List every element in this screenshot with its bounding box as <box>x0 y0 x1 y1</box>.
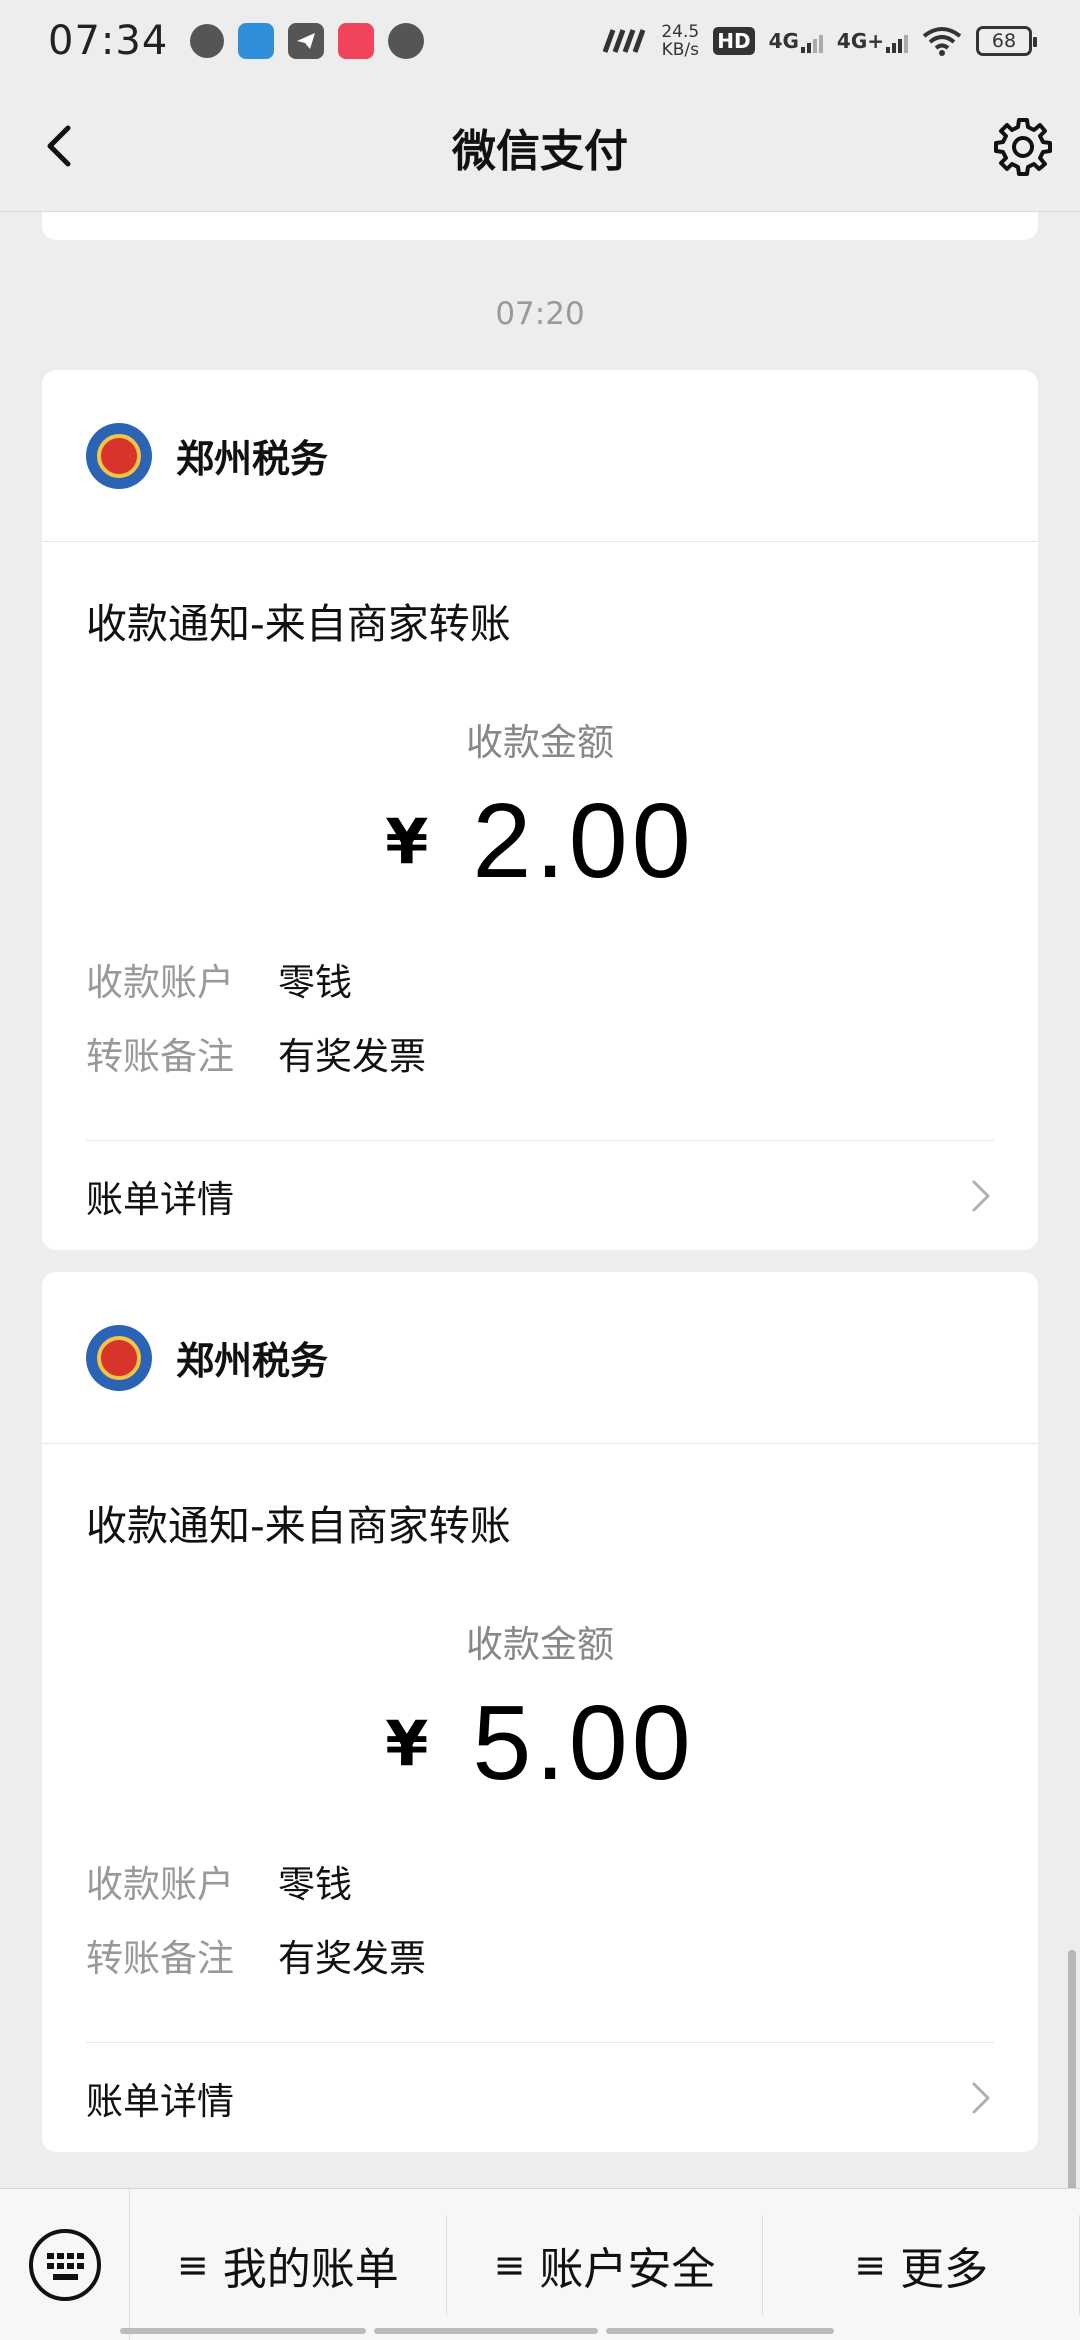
bottom-menu: ≡ 我的账单 ≡ 账户安全 ≡ 更多 <box>0 2188 1080 2340</box>
amount-label: 收款金额 <box>466 1623 614 1666</box>
account-value: 零钱 <box>278 961 352 1004</box>
payment-notice-card[interactable]: 郑州税务 收款通知-来自商家转账 收款金额 ¥ 2.00 收款账户 零钱 转账备… <box>42 370 1038 1250</box>
account-value: 零钱 <box>278 1863 352 1906</box>
currency-symbol: ¥ <box>385 1706 429 1780</box>
menu-label: 账户安全 <box>539 2243 716 2295</box>
card-header[interactable]: 郑州税务 <box>42 370 1038 542</box>
previous-message-card <box>42 212 1038 240</box>
account-row: 收款账户 零钱 <box>86 942 1038 1016</box>
amount-label: 收款金额 <box>466 721 614 764</box>
remark-row: 转账备注 有奖发票 <box>86 1918 1038 1992</box>
bill-details-link[interactable]: 账单详情 <box>86 1140 994 1250</box>
status-bar: 07:34 24.5 KB/s HD 4G 4G+ 68 <box>0 0 1080 82</box>
remark-value: 有奖发票 <box>278 1937 426 1980</box>
message-notification-icon <box>388 23 425 59</box>
keyboard-icon <box>28 2228 101 2301</box>
menu-list-icon: ≡ <box>854 2242 887 2287</box>
menu-list-icon: ≡ <box>176 2242 209 2287</box>
gear-icon[interactable] <box>992 116 1054 178</box>
message-timestamp: 07:20 <box>495 296 585 332</box>
keyboard-toggle-button[interactable] <box>0 2188 130 2340</box>
telegram-notification-icon <box>288 23 325 59</box>
wechat-notification-icon <box>190 24 225 58</box>
battery-icon: 68 <box>976 26 1037 56</box>
remark-key: 转账备注 <box>86 1035 234 1078</box>
account-key: 收款账户 <box>86 961 234 1004</box>
nav-bar: 微信支付 <box>0 82 1080 212</box>
battery-level: 68 <box>991 30 1017 52</box>
payment-notice-card[interactable]: 郑州税务 收款通知-来自商家转账 收款金额 ¥ 5.00 收款账户 零钱 转账备… <box>42 1272 1038 2152</box>
scrollbar[interactable] <box>1068 1950 1076 2190</box>
network-speed: 24.5 KB/s <box>661 23 699 59</box>
network-speed-value: 24.5 <box>661 22 700 42</box>
amount-value: 2.00 <box>472 781 695 900</box>
signal-4g-plus: 4G+ <box>837 29 908 53</box>
chevron-right-icon <box>972 1180 990 1211</box>
menu-more[interactable]: ≡ 更多 <box>763 2214 1080 2315</box>
tax-bureau-emblem-icon <box>86 1324 152 1391</box>
menu-account-security[interactable]: ≡ 账户安全 <box>447 2214 764 2315</box>
network-speed-unit: KB/s <box>661 40 699 60</box>
merchant-name: 郑州税务 <box>176 1339 329 1383</box>
bill-details-label: 账单详情 <box>86 2079 234 2123</box>
nfc-icon <box>603 29 646 53</box>
bill-details-label: 账单详情 <box>86 1177 234 1221</box>
account-row: 收款账户 零钱 <box>86 1844 1038 1918</box>
tax-bureau-emblem-icon <box>86 422 152 489</box>
card-header[interactable]: 郑州税务 <box>42 1272 1038 1444</box>
amount-value: 5.00 <box>472 1683 695 1802</box>
page-title: 微信支付 <box>452 125 628 177</box>
wifi-icon <box>922 27 962 56</box>
menu-my-bills[interactable]: ≡ 我的账单 <box>130 2214 447 2315</box>
status-indicators: 24.5 KB/s HD 4G 4G+ 68 <box>601 23 1037 59</box>
detail-rows: 收款账户 零钱 转账备注 有奖发票 <box>86 942 1038 1090</box>
chevron-left-icon[interactable] <box>30 116 90 176</box>
signal-bars-icon <box>886 35 908 53</box>
menu-list-icon: ≡ <box>493 2242 526 2287</box>
remark-row: 转账备注 有奖发票 <box>86 1016 1038 1090</box>
status-time: 07:34 <box>48 18 169 64</box>
signal-4g: 4G <box>769 29 823 53</box>
merchant-name: 郑州税务 <box>176 437 329 481</box>
remark-key: 转账备注 <box>86 1937 234 1980</box>
bill-details-link[interactable]: 账单详情 <box>86 2042 994 2152</box>
amount: ¥ 2.00 <box>42 782 1038 900</box>
gesture-bar <box>120 2328 834 2334</box>
menu-label: 我的账单 <box>222 2243 399 2295</box>
shopping-app-notification-icon <box>338 23 375 59</box>
app-notification-icon <box>238 23 275 59</box>
menu-label: 更多 <box>900 2243 989 2295</box>
wechat-pay-screen: 07:34 24.5 KB/s HD 4G 4G+ 68 微信支付 07:20 … <box>0 0 1080 2340</box>
amount: ¥ 5.00 <box>42 1684 1038 1802</box>
signal-bars-icon <box>800 35 823 53</box>
notification-icons <box>190 23 425 59</box>
hd-badge: HD <box>713 27 755 55</box>
currency-symbol: ¥ <box>385 804 429 878</box>
detail-rows: 收款账户 零钱 转账备注 有奖发票 <box>86 1844 1038 1992</box>
account-key: 收款账户 <box>86 1863 234 1906</box>
notice-title: 收款通知-来自商家转账 <box>86 1502 511 1550</box>
notice-title: 收款通知-来自商家转账 <box>86 600 511 648</box>
chevron-right-icon <box>972 2082 990 2113</box>
remark-value: 有奖发票 <box>278 1035 426 1078</box>
